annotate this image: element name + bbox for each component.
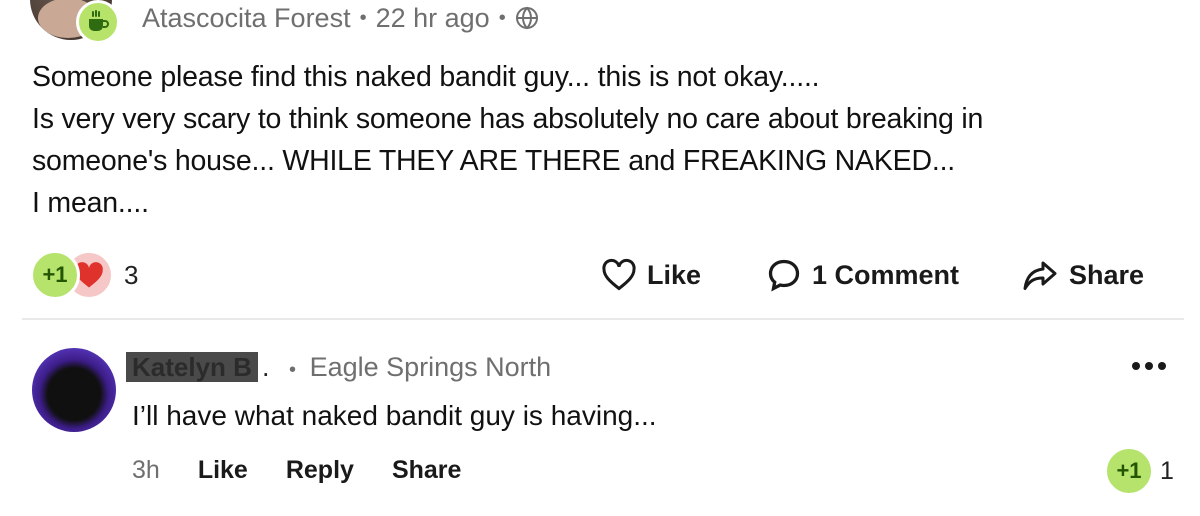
post-neighborhood[interactable]: Atascocita Forest: [142, 3, 351, 34]
plus-one-reaction: +1: [30, 250, 80, 300]
plus-one-reaction: +1: [1104, 446, 1154, 496]
meta-separator: •: [289, 359, 297, 381]
comment-actions: 3h Like Reply Share: [132, 452, 499, 488]
comment-bubble-icon: [768, 259, 800, 292]
like-button[interactable]: Like: [601, 253, 701, 297]
share-button[interactable]: Share: [1021, 253, 1144, 297]
comment-neighborhood[interactable]: Eagle Springs North: [310, 352, 552, 382]
post-body-line: Is very very scary to think someone has …: [32, 103, 984, 135]
share-label: Share: [1069, 259, 1145, 290]
reaction-count: 3: [124, 259, 139, 290]
divider: [22, 318, 1184, 320]
comment-meta: . • Eagle Springs North: [262, 350, 551, 387]
comment-reaction-count: 1: [1160, 456, 1174, 485]
comment-share-button[interactable]: Share: [392, 456, 461, 485]
comment-author-avatar[interactable]: [32, 348, 116, 432]
author-name-suffix: .: [262, 352, 270, 382]
post-time: 22 hr ago: [375, 2, 490, 33]
comment-button[interactable]: 1 Comment: [766, 253, 959, 297]
comment-text: I’ll have what naked bandit guy is havin…: [132, 400, 657, 431]
post-reactions[interactable]: +1 3: [30, 250, 138, 300]
coffee-badge-icon: [76, 0, 120, 44]
post-body-line: someone's house... WHILE THEY ARE THERE …: [32, 145, 956, 177]
post-body: Someone please find this naked bandit gu…: [32, 56, 1172, 224]
comment-reply-button[interactable]: Reply: [286, 456, 354, 485]
post-meta: Atascocita Forest • 22 hr ago •: [142, 2, 539, 34]
like-label: Like: [647, 259, 702, 290]
comment-author-name[interactable]: Katelyn B: [126, 352, 258, 382]
meta-separator: •: [359, 6, 367, 29]
comment-time: 3h: [132, 455, 160, 484]
comment-reactions[interactable]: +1 1: [1104, 446, 1174, 496]
share-arrow-icon: [1023, 261, 1057, 290]
globe-icon: [515, 6, 539, 30]
comment-label: 1 Comment: [812, 259, 960, 290]
meta-separator: •: [498, 6, 506, 29]
post-body-line: Someone please find this naked bandit gu…: [32, 61, 820, 93]
post-body-line: I mean....: [32, 187, 149, 219]
more-options-icon[interactable]: [1132, 356, 1172, 376]
heart-outline-icon: [602, 258, 636, 291]
comment-like-button[interactable]: Like: [198, 456, 248, 485]
